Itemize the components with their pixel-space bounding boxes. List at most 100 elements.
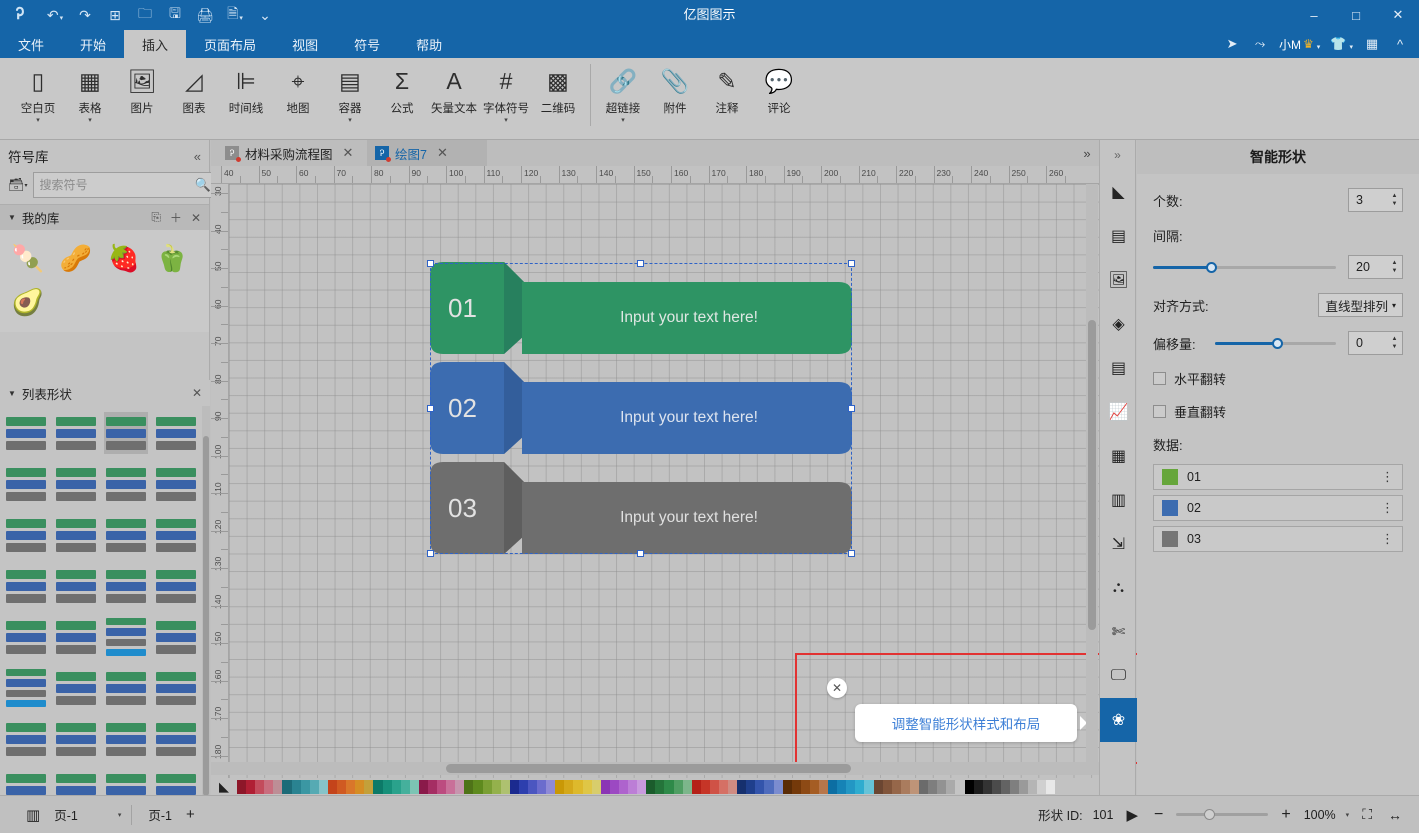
color-swatch[interactable] bbox=[746, 779, 756, 794]
shape-thumbnail[interactable] bbox=[104, 616, 148, 658]
theme-button[interactable]: 👕 ▾ bbox=[1326, 30, 1357, 58]
align-dropdown[interactable]: 直线型排列 ▾ bbox=[1318, 293, 1403, 317]
color-swatch[interactable] bbox=[491, 779, 501, 794]
zoom-out-button[interactable]: − bbox=[1151, 806, 1166, 824]
color-swatch[interactable] bbox=[400, 779, 410, 794]
color-swatch[interactable] bbox=[237, 779, 247, 794]
color-swatch[interactable] bbox=[509, 779, 519, 794]
color-swatch[interactable] bbox=[291, 779, 301, 794]
close-icon[interactable]: ✕ bbox=[191, 211, 201, 225]
strawberry-shape[interactable]: 🍓 bbox=[100, 236, 148, 280]
page-selector-label[interactable]: 页-1 bbox=[48, 805, 84, 824]
ribbon-image[interactable]: 🖼 图片 bbox=[116, 58, 168, 134]
view-mode-button[interactable]: ▥ bbox=[18, 802, 48, 828]
shape-thumbnail[interactable] bbox=[54, 514, 98, 556]
chevron-down-icon[interactable]: ▾ bbox=[1346, 811, 1350, 819]
ribbon-table[interactable]: ▦ 表格 ▾ bbox=[64, 58, 116, 134]
rail-properties[interactable]: ▤ bbox=[1100, 346, 1137, 390]
shape-thumbnail[interactable] bbox=[154, 565, 198, 607]
fill-bucket-icon[interactable]: ◣ bbox=[211, 779, 237, 795]
shape-thumbnail[interactable] bbox=[4, 718, 48, 760]
color-swatch[interactable] bbox=[518, 779, 528, 794]
shape-thumbnail[interactable] bbox=[4, 565, 48, 607]
color-swatch[interactable] bbox=[373, 779, 383, 794]
data-item-menu-icon[interactable]: ⋮ bbox=[1381, 470, 1394, 483]
zoom-slider[interactable] bbox=[1176, 809, 1269, 821]
data-color-swatch[interactable] bbox=[1162, 531, 1178, 547]
shape-thumbnail[interactable] bbox=[54, 565, 98, 607]
shape-thumbnail[interactable] bbox=[54, 718, 98, 760]
rail-table-panel[interactable]: ▦ bbox=[1100, 434, 1137, 478]
collapse-panel-icon[interactable]: « bbox=[194, 149, 201, 164]
rail-image-panel[interactable]: 🖼 bbox=[1100, 258, 1137, 302]
shape-thumbnail[interactable] bbox=[104, 565, 148, 607]
rail-chart-panel[interactable]: 📈 bbox=[1100, 390, 1137, 434]
horizontal-scroll-thumb[interactable] bbox=[446, 764, 851, 773]
color-swatch[interactable] bbox=[591, 779, 601, 794]
color-swatch[interactable] bbox=[664, 779, 674, 794]
document-tab-drawing7[interactable]: Ꭾ 绘图7 ✕ bbox=[367, 140, 487, 166]
color-swatch[interactable] bbox=[655, 779, 665, 794]
color-swatch[interactable] bbox=[773, 779, 783, 794]
shape-thumbnail[interactable] bbox=[104, 412, 148, 454]
count-spin-buttons[interactable]: ▲ ▼ bbox=[1387, 189, 1402, 211]
color-swatch[interactable] bbox=[337, 779, 347, 794]
page-tab-1[interactable]: 页-1 bbox=[142, 805, 178, 824]
close-tab-icon[interactable]: ✕ bbox=[437, 145, 448, 161]
color-swatch[interactable] bbox=[791, 779, 801, 794]
shape-thumbnail[interactable] bbox=[4, 463, 48, 505]
color-swatch[interactable] bbox=[282, 779, 292, 794]
close-tab-icon[interactable]: ✕ bbox=[343, 145, 354, 161]
color-swatch[interactable] bbox=[900, 779, 910, 794]
rail-layers[interactable]: ◈ bbox=[1100, 302, 1137, 346]
color-swatch[interactable] bbox=[600, 779, 610, 794]
color-swatch[interactable] bbox=[391, 779, 401, 794]
shape-list-scrollbar[interactable] bbox=[202, 406, 210, 833]
rail-connector[interactable]: ✄ bbox=[1100, 610, 1137, 654]
offset-value[interactable]: 0 bbox=[1349, 336, 1387, 350]
shape-thumbnail[interactable] bbox=[4, 667, 48, 709]
color-swatch[interactable] bbox=[437, 779, 447, 794]
vertical-ruler[interactable]: 30 40 50 60 70 80 90 100 110 120 130 140 150 160 170 18… bbox=[211, 184, 229, 778]
vertical-scroll-thumb[interactable] bbox=[1088, 320, 1096, 630]
spacing-slider[interactable] bbox=[1153, 260, 1336, 274]
color-swatch[interactable] bbox=[1000, 779, 1010, 794]
color-swatch[interactable] bbox=[555, 779, 565, 794]
color-swatch[interactable] bbox=[909, 779, 920, 794]
color-swatch[interactable] bbox=[728, 779, 738, 794]
color-swatch[interactable] bbox=[764, 779, 774, 794]
resize-handle-tc[interactable] bbox=[637, 260, 644, 267]
ribbon-blank-page[interactable]: ▯ 空白页 ▾ bbox=[12, 58, 64, 134]
spacing-stepper[interactable]: 20 ▲ ▼ bbox=[1348, 255, 1403, 279]
color-swatch[interactable] bbox=[246, 779, 256, 794]
color-swatch[interactable] bbox=[937, 779, 947, 794]
menu-item-help[interactable]: 帮助 bbox=[398, 30, 460, 58]
color-swatch[interactable] bbox=[264, 779, 274, 794]
color-swatch[interactable] bbox=[500, 779, 510, 794]
apps-button[interactable]: ▦ bbox=[1359, 30, 1385, 58]
menu-item-view[interactable]: 视图 bbox=[274, 30, 336, 58]
zoom-knob[interactable] bbox=[1204, 809, 1216, 820]
rail-quick-shapes[interactable]: ▤ bbox=[1100, 214, 1137, 258]
undo-button[interactable]: ↶ ▾ bbox=[40, 0, 70, 30]
slider-knob[interactable] bbox=[1206, 261, 1218, 273]
data-item-01[interactable]: 01 ⋮ bbox=[1153, 464, 1403, 490]
rail-fill-style[interactable]: ◣ bbox=[1100, 170, 1137, 214]
color-swatch[interactable] bbox=[537, 779, 547, 794]
color-swatch[interactable] bbox=[255, 779, 265, 794]
color-swatch[interactable] bbox=[800, 779, 810, 794]
flip-horizontal-row[interactable]: 水平翻转 bbox=[1153, 369, 1403, 388]
shape-thumbnail[interactable] bbox=[154, 667, 198, 709]
close-button[interactable]: ✕ bbox=[1377, 0, 1419, 30]
zoom-level-label[interactable]: 100% bbox=[1304, 808, 1336, 822]
color-swatch[interactable] bbox=[418, 779, 428, 794]
close-icon[interactable]: ✕ bbox=[192, 386, 202, 400]
user-account-button[interactable]: 小M ♛ ▾ bbox=[1275, 30, 1324, 58]
color-swatch[interactable] bbox=[455, 779, 465, 794]
color-swatch[interactable] bbox=[837, 779, 847, 794]
color-swatch[interactable] bbox=[882, 779, 892, 794]
spacing-spin-buttons[interactable]: ▲ ▼ bbox=[1387, 256, 1402, 278]
color-swatch[interactable] bbox=[364, 779, 374, 794]
color-swatch[interactable] bbox=[1046, 779, 1056, 794]
color-swatch[interactable] bbox=[846, 779, 856, 794]
